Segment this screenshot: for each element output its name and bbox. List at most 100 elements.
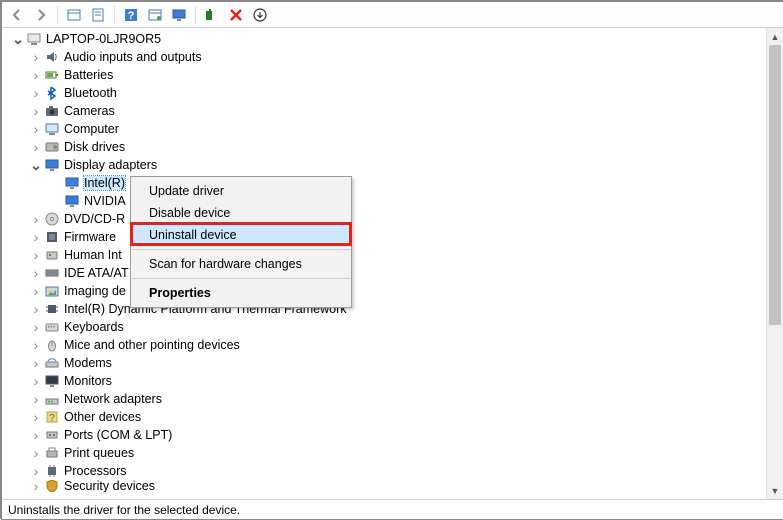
category-node[interactable]: › Imaging de — [8, 282, 766, 300]
category-node[interactable]: › Computer — [8, 120, 766, 138]
node-label[interactable]: Cameras — [64, 104, 115, 118]
chevron-right-icon[interactable]: › — [30, 141, 42, 153]
category-node[interactable]: › Audio inputs and outputs — [8, 48, 766, 66]
chevron-right-icon[interactable]: › — [30, 123, 42, 135]
node-label[interactable]: Mice and other pointing devices — [64, 338, 240, 352]
category-node[interactable]: › Processors — [8, 462, 766, 480]
forward-button[interactable] — [30, 4, 52, 26]
other-icon: ? — [44, 409, 60, 425]
chevron-right-icon[interactable]: › — [30, 339, 42, 351]
category-node[interactable]: › Ports (COM & LPT) — [8, 426, 766, 444]
category-node[interactable]: › Monitors — [8, 372, 766, 390]
category-node[interactable]: › Bluetooth — [8, 84, 766, 102]
node-label[interactable]: Disk drives — [64, 140, 125, 154]
category-node[interactable]: ⌄ Display adapters — [8, 156, 766, 174]
context-menu: Update driverDisable deviceUninstall dev… — [130, 176, 352, 308]
node-label[interactable]: Ports (COM & LPT) — [64, 428, 172, 442]
scroll-thumb[interactable] — [769, 45, 781, 325]
category-node[interactable]: › IDE ATA/AT — [8, 264, 766, 282]
chevron-right-icon[interactable]: › — [30, 321, 42, 333]
chevron-right-icon[interactable]: › — [30, 213, 42, 225]
scroll-down-button[interactable]: ▼ — [767, 482, 783, 499]
menu-item-update-driver[interactable]: Update driver — [131, 180, 351, 202]
category-node[interactable]: › Modems — [8, 354, 766, 372]
node-label[interactable]: Monitors — [64, 374, 112, 388]
chevron-right-icon[interactable]: › — [30, 105, 42, 117]
device-item[interactable]: NVIDIA — [8, 192, 766, 210]
node-label[interactable]: Display adapters — [64, 158, 157, 172]
category-node[interactable]: › Cameras — [8, 102, 766, 120]
node-label[interactable]: Other devices — [64, 410, 141, 424]
show-hidden-button[interactable] — [63, 4, 85, 26]
chevron-right-icon[interactable]: › — [30, 285, 42, 297]
category-node[interactable]: ›? Other devices — [8, 408, 766, 426]
category-node[interactable]: ›Intel(R) Dynamic Platform and Thermal F… — [8, 300, 766, 318]
node-label[interactable]: Security devices — [64, 480, 155, 492]
uninstall-toolbar-button[interactable] — [225, 4, 247, 26]
scan-button[interactable] — [168, 4, 190, 26]
add-legacy-button[interactable] — [201, 4, 223, 26]
chevron-right-icon[interactable]: › — [30, 480, 42, 492]
node-label[interactable]: Firmware — [64, 230, 116, 244]
node-label[interactable]: Modems — [64, 356, 112, 370]
node-label[interactable]: Imaging de — [64, 284, 126, 298]
node-label[interactable]: Keyboards — [64, 320, 124, 334]
category-node[interactable]: › Mice and other pointing devices — [8, 336, 766, 354]
category-node[interactable]: › Firmware — [8, 228, 766, 246]
device-tree[interactable]: ⌄ LAPTOP-0LJR9OR5 › Audio inputs and output… — [2, 28, 766, 499]
network-icon — [44, 391, 60, 407]
node-label[interactable]: IDE ATA/AT — [64, 266, 129, 280]
node-label[interactable]: Human Int — [64, 248, 122, 262]
node-label[interactable]: Print queues — [64, 446, 134, 460]
root-node[interactable]: ⌄ LAPTOP-0LJR9OR5 — [8, 30, 766, 48]
back-button[interactable] — [6, 4, 28, 26]
menu-item-properties[interactable]: Properties — [131, 282, 351, 304]
chevron-down-icon[interactable]: ⌄ — [12, 33, 24, 45]
chevron-right-icon[interactable]: › — [30, 393, 42, 405]
category-node[interactable]: › DVD/CD-R — [8, 210, 766, 228]
chevron-right-icon[interactable]: › — [30, 87, 42, 99]
category-node[interactable]: › Keyboards — [8, 318, 766, 336]
chevron-down-icon[interactable]: ⌄ — [30, 159, 42, 171]
node-label[interactable]: LAPTOP-0LJR9OR5 — [46, 32, 161, 46]
node-label[interactable]: DVD/CD-R — [64, 212, 125, 226]
node-label[interactable]: Intel(R) — [84, 176, 125, 190]
chevron-right-icon[interactable]: › — [30, 465, 42, 477]
chevron-right-icon[interactable]: › — [30, 231, 42, 243]
category-node[interactable]: › Human Int — [8, 246, 766, 264]
properties-toolbar-button[interactable] — [87, 4, 109, 26]
chevron-right-icon[interactable]: › — [30, 69, 42, 81]
scroll-up-button[interactable]: ▲ — [767, 28, 783, 45]
node-label[interactable]: NVIDIA — [84, 194, 126, 208]
vertical-scrollbar[interactable]: ▲ ▼ — [766, 28, 783, 499]
chevron-right-icon[interactable]: › — [30, 249, 42, 261]
node-label[interactable]: Computer — [64, 122, 119, 136]
node-label[interactable]: Processors — [64, 464, 127, 478]
device-item[interactable]: Intel(R) — [8, 174, 766, 192]
node-label[interactable]: Network adapters — [64, 392, 162, 406]
chevron-right-icon[interactable]: › — [30, 357, 42, 369]
chevron-right-icon[interactable]: › — [30, 411, 42, 423]
category-node[interactable]: › Disk drives — [8, 138, 766, 156]
chevron-right-icon[interactable]: › — [30, 303, 42, 315]
node-label[interactable]: Batteries — [64, 68, 113, 82]
category-node[interactable]: › Network adapters — [8, 390, 766, 408]
action-button[interactable] — [144, 4, 166, 26]
chevron-right-icon[interactable]: › — [30, 267, 42, 279]
chevron-right-icon[interactable]: › — [30, 447, 42, 459]
update-toolbar-button[interactable] — [249, 4, 271, 26]
category-node[interactable]: › Print queues — [8, 444, 766, 462]
menu-item-disable-device[interactable]: Disable device — [131, 202, 351, 224]
category-node[interactable]: › Security devices — [8, 480, 766, 492]
chevron-right-icon[interactable]: › — [30, 51, 42, 63]
menu-item-uninstall-device[interactable]: Uninstall device — [131, 224, 351, 246]
chevron-right-icon[interactable]: › — [30, 375, 42, 387]
chevron-right-icon[interactable]: › — [30, 429, 42, 441]
node-label[interactable]: Bluetooth — [64, 86, 117, 100]
node-label[interactable]: Audio inputs and outputs — [64, 50, 202, 64]
scroll-track[interactable] — [767, 45, 783, 482]
category-node[interactable]: › Batteries — [8, 66, 766, 84]
menu-item-scan-for-hardware-changes[interactable]: Scan for hardware changes — [131, 253, 351, 275]
help-button[interactable]: ? — [120, 4, 142, 26]
menu-separator — [132, 249, 350, 250]
